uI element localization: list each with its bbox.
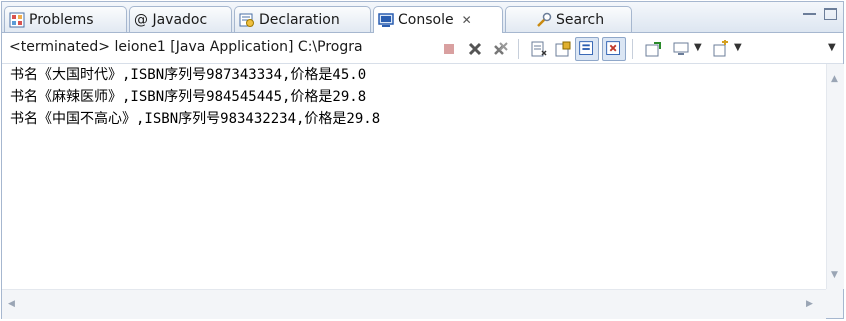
remove-launch-icon[interactable] bbox=[466, 40, 484, 58]
console-toolbar: <terminated> leione1 [Java Application] … bbox=[2, 33, 843, 64]
scroll-up-icon[interactable]: ▲ bbox=[831, 74, 838, 84]
clear-console-icon[interactable] bbox=[530, 40, 548, 58]
vertical-scrollbar[interactable]: ▲ ▼ bbox=[826, 64, 844, 289]
problems-icon bbox=[9, 12, 25, 27]
toolbar-separator bbox=[632, 39, 633, 59]
console-line: 书名《大国时代》,ISBN序列号987343334,价格是45.0 bbox=[10, 67, 367, 83]
console-line: 书名《麻辣医师》,ISBN序列号984545445,价格是29.8 bbox=[10, 89, 367, 105]
tab-search[interactable]: Search bbox=[505, 6, 632, 32]
minimize-button[interactable] bbox=[803, 8, 816, 15]
scroll-lock-icon[interactable] bbox=[554, 40, 572, 58]
show-on-stdout-icon[interactable] bbox=[575, 37, 599, 61]
tab-problems[interactable]: Problems bbox=[4, 6, 127, 32]
declaration-icon bbox=[239, 13, 254, 27]
console-line: 书名《中国不高心》,ISBN序列号983432234,价格是29.8 bbox=[10, 111, 381, 127]
scroll-left-icon[interactable]: ◀ bbox=[8, 299, 15, 309]
maximize-button[interactable] bbox=[824, 8, 837, 20]
scrollbar-corner bbox=[826, 289, 843, 318]
view-tab-bar: Problems @ Javadoc Declaration Console ✕ bbox=[2, 2, 843, 33]
horizontal-scrollbar[interactable]: ◀ ▶ bbox=[2, 289, 826, 319]
tab-declaration[interactable]: Declaration bbox=[234, 6, 371, 32]
open-console-icon[interactable] bbox=[712, 40, 730, 58]
console-icon bbox=[378, 13, 394, 27]
search-icon bbox=[537, 12, 552, 27]
view-menu-icon[interactable]: ▼ bbox=[828, 42, 836, 53]
scroll-down-icon[interactable]: ▼ bbox=[831, 270, 838, 280]
tab-label: @ Javadoc bbox=[134, 11, 208, 28]
terminate-icon[interactable] bbox=[440, 40, 458, 58]
tab-label: Console bbox=[398, 12, 454, 28]
scroll-right-icon[interactable]: ▶ bbox=[806, 299, 813, 309]
pin-console-icon[interactable] bbox=[644, 40, 662, 58]
process-status: <terminated> leione1 [Java Application] … bbox=[9, 39, 363, 55]
console-output[interactable]: 书名《大国时代》,ISBN序列号987343334,价格是45.0 书名《麻辣医… bbox=[2, 64, 826, 289]
toolbar-separator bbox=[518, 39, 519, 59]
tab-label: Declaration bbox=[259, 11, 340, 28]
close-icon[interactable]: ✕ bbox=[462, 13, 472, 27]
show-on-stderr-icon[interactable] bbox=[602, 37, 626, 61]
window-controls bbox=[803, 8, 837, 20]
tab-javadoc[interactable]: @ Javadoc bbox=[129, 6, 232, 32]
chevron-down-icon[interactable]: ▼ bbox=[734, 42, 742, 53]
tab-label: Search bbox=[556, 11, 605, 28]
chevron-down-icon[interactable]: ▼ bbox=[694, 42, 702, 53]
tab-console[interactable]: Console ✕ bbox=[373, 6, 503, 33]
tab-label: Problems bbox=[29, 11, 94, 28]
display-console-icon[interactable] bbox=[672, 40, 690, 58]
console-view: Problems @ Javadoc Declaration Console ✕ bbox=[1, 1, 844, 319]
remove-all-terminated-icon[interactable] bbox=[492, 40, 510, 58]
